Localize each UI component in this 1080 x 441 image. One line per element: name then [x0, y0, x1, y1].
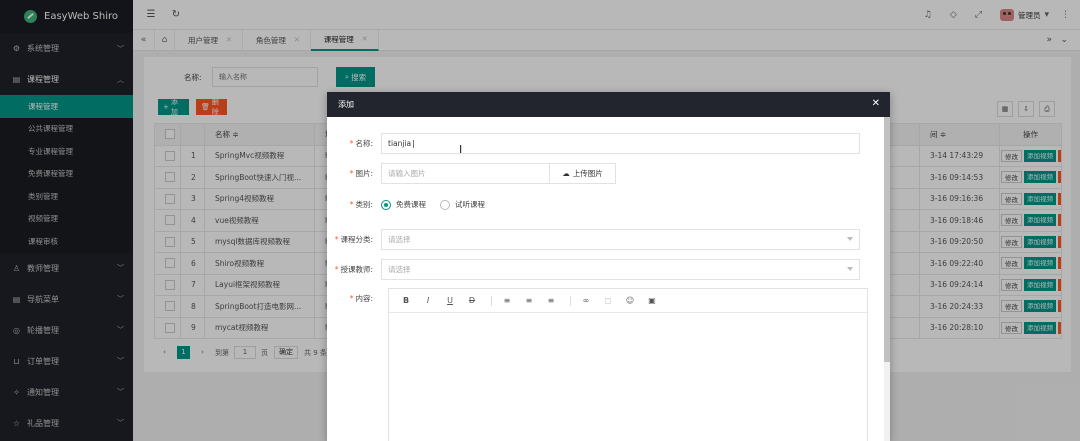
form-row-image: * 图片: 请输入图片 ☁ 上传图片	[327, 163, 616, 184]
teacher-select[interactable]: 请选择	[381, 259, 860, 280]
rich-text-editor: B I U D ≡ ≡ ≡ ∞ ◻ ☺ ▣	[388, 288, 868, 441]
teacher-label: * 授课教师:	[334, 265, 373, 274]
content-label: * 内容:	[349, 294, 373, 303]
image-label: * 图片:	[349, 169, 373, 178]
form-row-course-class: * 课程分类: 请选择	[327, 229, 860, 250]
form-row-teacher: * 授课教师: 请选择	[327, 259, 860, 280]
bold-icon[interactable]: B	[397, 296, 415, 305]
cloud-upload-icon: ☁	[562, 169, 570, 178]
dialog-scrollbar-thumb[interactable]	[884, 117, 890, 362]
category-label: * 类别:	[349, 200, 373, 209]
radio-free-label[interactable]: 免费课程	[396, 199, 426, 210]
radio-free-course[interactable]	[381, 199, 391, 210]
toolbar-divider	[570, 295, 571, 306]
underline-icon[interactable]: U	[441, 296, 459, 305]
link-icon[interactable]: ∞	[577, 296, 595, 305]
dialog-title: 添加	[338, 100, 354, 109]
image-input[interactable]: 请输入图片	[381, 163, 550, 184]
upload-image-button[interactable]: ☁ 上传图片	[550, 163, 616, 184]
align-center-icon[interactable]: ≡	[520, 296, 538, 305]
caret-down-icon	[847, 267, 853, 271]
image-icon[interactable]: ▣	[643, 296, 661, 305]
name-label: * 名称:	[349, 139, 373, 148]
align-left-icon[interactable]: ≡	[498, 296, 516, 305]
close-icon[interactable]: ✕	[872, 98, 880, 109]
emoji-icon[interactable]: ☺	[621, 296, 639, 305]
course-class-label: * 课程分类:	[334, 235, 373, 244]
course-class-select[interactable]: 请选择	[381, 229, 860, 250]
add-course-dialog: 添加 ✕ * 名称: tianjia | * 图片: 请输入图片 ☁ 上传图片 * 类别:…	[327, 92, 890, 441]
dialog-header: 添加 ✕	[327, 92, 890, 117]
editor-toolbar: B I U D ≡ ≡ ≡ ∞ ◻ ☺ ▣	[389, 289, 867, 313]
form-row-category: * 类别: 免费课程 试听课程	[327, 199, 499, 210]
align-right-icon[interactable]: ≡	[542, 296, 560, 305]
unlink-icon[interactable]: ◻	[599, 296, 617, 305]
caret-down-icon	[847, 237, 853, 241]
radio-trial-course[interactable]	[440, 199, 450, 210]
mouse-text-cursor-icon: I	[459, 143, 463, 156]
italic-icon[interactable]: I	[419, 296, 437, 305]
editor-body[interactable]	[389, 313, 867, 441]
strikethrough-icon[interactable]: D	[463, 296, 481, 305]
radio-trial-label[interactable]: 试听课程	[455, 199, 485, 210]
toolbar-divider	[491, 295, 492, 306]
name-input[interactable]: tianjia |	[381, 133, 860, 154]
form-row-content: * 内容:	[327, 293, 381, 304]
form-row-name: * 名称: tianjia |	[327, 133, 860, 154]
